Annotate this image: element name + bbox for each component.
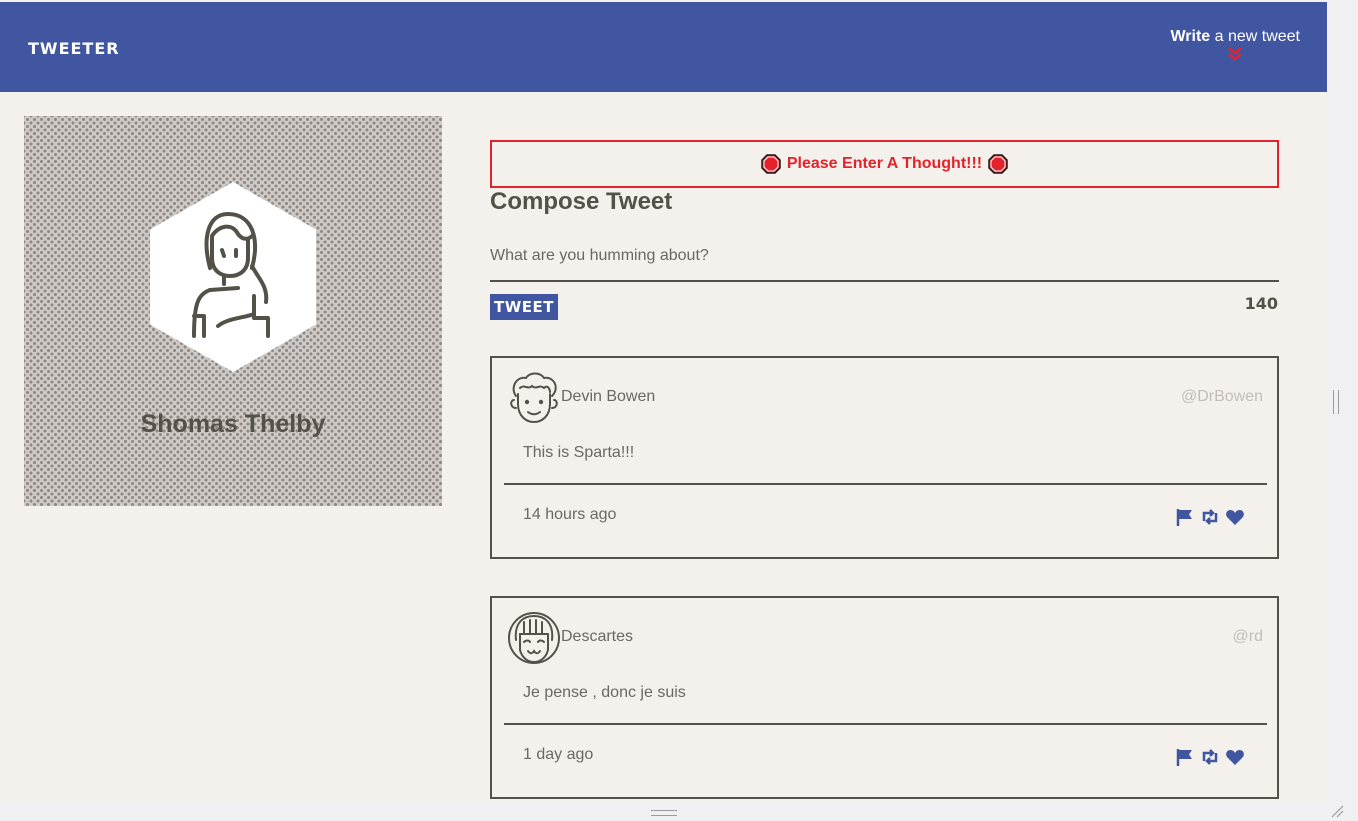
- tweet-card: Descartes @rd Je pense , donc je suis 1 …: [490, 596, 1279, 799]
- brand-logo[interactable]: TWEETER: [28, 39, 120, 58]
- tweet-divider: [504, 723, 1267, 725]
- bangs-girl-avatar-icon: [508, 612, 560, 664]
- profile-name: Shomas Thelby: [140, 410, 326, 438]
- double-chevron-down-icon: [1228, 47, 1243, 61]
- stop-sign-icon: [988, 154, 1008, 174]
- tweet-divider: [504, 483, 1267, 485]
- profile-card: Shomas Thelby: [24, 116, 442, 506]
- vertical-resize-handle[interactable]: [1333, 390, 1339, 414]
- write-new-tweet-toggle[interactable]: Write a new tweet: [1170, 28, 1300, 62]
- top-nav: TWEETER Write a new tweet: [0, 2, 1327, 92]
- horizontal-resize-handle[interactable]: [651, 810, 677, 816]
- tweet-timestamp: 1 day ago: [523, 746, 594, 763]
- stop-sign-icon: [761, 154, 781, 174]
- right-gutter: [1327, 0, 1358, 821]
- char-counter: 140: [1244, 294, 1278, 313]
- error-message: Please Enter A Thought!!!: [786, 155, 983, 172]
- flag-icon[interactable]: [1175, 747, 1195, 767]
- retweet-icon[interactable]: [1200, 507, 1220, 527]
- flag-icon[interactable]: [1175, 507, 1195, 527]
- resize-grip-icon[interactable]: [1330, 804, 1344, 818]
- avatar-frame: [150, 182, 316, 372]
- tweet-author-handle[interactable]: @DrBowen: [1181, 388, 1263, 406]
- compose-title: Compose Tweet: [490, 188, 673, 215]
- tweet-content: This is Sparta!!!: [523, 444, 635, 461]
- curly-hair-man-avatar-icon: [510, 372, 558, 424]
- write-label: Write a new tweet: [1170, 28, 1300, 45]
- tweet-textarea[interactable]: [490, 228, 1279, 282]
- tweet-actions: [1175, 747, 1245, 767]
- tweet-submit-button[interactable]: TWEET: [490, 294, 558, 320]
- heart-icon[interactable]: [1225, 507, 1245, 527]
- tweet-card: Devin Bowen @DrBowen This is Sparta!!! 1…: [490, 356, 1279, 559]
- tweet-author-handle[interactable]: @rd: [1233, 628, 1263, 646]
- tweet-author-name[interactable]: Descartes: [561, 628, 633, 646]
- heart-icon[interactable]: [1225, 747, 1245, 767]
- tweet-actions: [1175, 507, 1245, 527]
- tweet-author-name[interactable]: Devin Bowen: [561, 388, 655, 406]
- woman-avatar-icon: [192, 212, 270, 338]
- tweet-timestamp: 14 hours ago: [523, 506, 617, 523]
- tweet-content: Je pense , donc je suis: [523, 684, 686, 701]
- retweet-icon[interactable]: [1200, 747, 1220, 767]
- error-banner: Please Enter A Thought!!!: [490, 140, 1279, 188]
